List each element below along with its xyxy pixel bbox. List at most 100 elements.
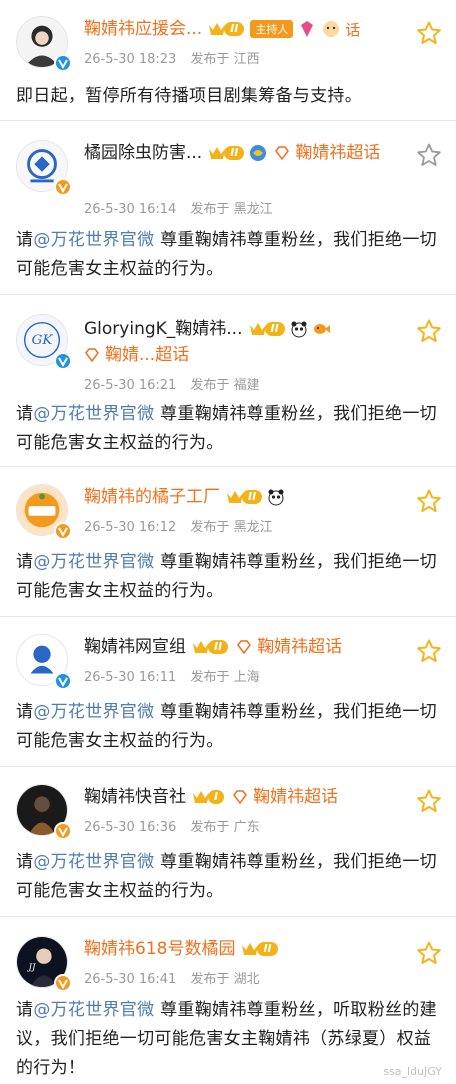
- post-time: 26-5-30 16:14: [84, 202, 177, 217]
- supertopic-label: 话: [345, 20, 361, 39]
- post-time: 26-5-30 16:21: [84, 378, 177, 393]
- star-outline-icon[interactable]: [416, 318, 442, 344]
- diamond-outline-icon: [237, 640, 252, 655]
- mention-link[interactable]: @万花世界官微: [33, 852, 154, 872]
- username[interactable]: 鞠婧祎618号数橘园: [84, 938, 235, 960]
- post-text: 请@万花世界官微 尊重鞠婧祎尊重粉丝，我们拒绝一切可能危害女主权益的行为。: [16, 230, 437, 279]
- member-level-badge: I: [192, 788, 225, 806]
- post-card[interactable]: 鞠婧祎应援会... II 主持人 话 26-5-30 18:23 发布于 江西 …: [0, 0, 456, 118]
- star-outline-icon[interactable]: [416, 940, 442, 966]
- post-meta: 26-5-30 16:11 发布于 上海: [84, 666, 260, 685]
- post-location: 发布于 江西: [190, 52, 260, 67]
- star-outline-icon[interactable]: [416, 638, 442, 664]
- mention-link[interactable]: @万花世界官微: [33, 1000, 154, 1020]
- post-location: 发布于 上海: [190, 670, 260, 685]
- avatar[interactable]: [16, 16, 72, 72]
- post-location: 发布于 福建: [190, 378, 260, 393]
- diamond-outline-icon: [233, 790, 248, 805]
- star-outline-icon[interactable]: [416, 142, 442, 168]
- host-tag: 主持人: [250, 20, 294, 38]
- panda-icon: [291, 321, 307, 338]
- member-level-badge: II: [249, 320, 285, 338]
- mention-link[interactable]: @万花世界官微: [33, 404, 154, 424]
- avatar[interactable]: GK: [16, 314, 72, 370]
- post-card[interactable]: 鞠婧祎网宣组 II 鞠婧祎超话 26-5-30 16:11 发布于 上海 请@万…: [0, 618, 456, 764]
- username[interactable]: 鞠婧祎的橘子工厂: [84, 486, 220, 508]
- star-outline-icon[interactable]: [416, 20, 442, 46]
- post-meta: 26-5-30 16:36 发布于 广东: [84, 816, 260, 835]
- avatar[interactable]: [16, 784, 72, 840]
- diamond-icon: [301, 21, 314, 37]
- mention-link[interactable]: @万花世界官微: [33, 230, 154, 250]
- username[interactable]: 橘园除虫防害...: [84, 142, 202, 164]
- avatar[interactable]: [16, 484, 72, 540]
- post-header: 鞠婧祎快音社 I 鞠婧祎超话: [84, 786, 412, 808]
- star-outline-icon[interactable]: [416, 788, 442, 814]
- post-text: 请@万花世界官微 尊重鞠婧祎尊重粉丝，听取粉丝的建议，我们拒绝一切可能危害女主鞠…: [16, 1000, 437, 1078]
- post-text: 请@万花世界官微 尊重鞠婧祎尊重粉丝，我们拒绝一切可能危害女主权益的行为。: [16, 404, 437, 453]
- member-level-badge: II: [208, 20, 245, 38]
- supertopic-link[interactable]: 鞠婧祎超话: [274, 142, 380, 164]
- verified-badge-icon: [54, 672, 72, 690]
- post-header: 鞠婧祎618号数橘园 II: [84, 938, 412, 960]
- divider: [0, 294, 456, 295]
- post-text: 请@万花世界官微 尊重鞠婧祎尊重粉丝，我们拒绝一切可能危害女主权益的行为。: [16, 552, 437, 601]
- globe-badge-icon: [250, 145, 267, 161]
- post-header: GloryingK_鞠婧祎... II: [84, 318, 412, 340]
- username[interactable]: 鞠婧祎快音社: [84, 786, 186, 808]
- post-location: 发布于 黑龙江: [190, 520, 273, 535]
- divider: [0, 120, 456, 121]
- username[interactable]: GloryingK_鞠婧祎...: [84, 318, 243, 340]
- avatar[interactable]: [16, 634, 72, 690]
- verified-badge-icon: [54, 352, 72, 370]
- post-text: 即日起，暂停所有待播项目剧集筹备与支持。: [16, 86, 362, 106]
- post-time: 26-5-30 16:36: [84, 820, 177, 835]
- member-level-badge: II: [208, 144, 245, 162]
- username[interactable]: 鞠婧祎应援会...: [84, 18, 202, 40]
- post-location: 发布于 广东: [190, 820, 260, 835]
- star-outline-icon[interactable]: [416, 488, 442, 514]
- post-location: 发布于 湖北: [190, 972, 260, 987]
- mention-link[interactable]: @万花世界官微: [33, 552, 154, 572]
- member-level-badge: II: [241, 940, 278, 958]
- diamond-outline-icon: [85, 348, 99, 363]
- crown-icon: [249, 323, 266, 335]
- post-meta: 26-5-30 16:21 发布于 福建: [84, 374, 260, 393]
- post-time: 26-5-30 18:23: [84, 52, 177, 67]
- verified-badge-icon: [54, 522, 72, 540]
- post-meta: 26-5-30 16:14 发布于 黑龙江: [84, 198, 273, 217]
- avatar[interactable]: [16, 140, 72, 196]
- post-location: 发布于 黑龙江: [190, 202, 273, 217]
- supertopic-row: 鞠婧...超话: [84, 344, 189, 366]
- verified-badge-icon: [54, 974, 72, 992]
- divider: [0, 616, 456, 617]
- badge-icons: 主持人 话: [250, 19, 360, 40]
- post-card[interactable]: GK GloryingK_鞠婧祎... II 鞠婧...超话 26-5-30 1…: [0, 296, 456, 464]
- member-level-badge: II: [226, 488, 263, 506]
- diamond-outline-icon: [275, 146, 290, 161]
- divider: [0, 916, 456, 917]
- post-header: 鞠婧祎应援会... II 主持人 话: [84, 18, 412, 40]
- post-card[interactable]: 鞠婧祎的橘子工厂 II 26-5-30 16:12 发布于 黑龙江 请@万花世界…: [0, 468, 456, 614]
- supertopic-link[interactable]: 鞠婧...超话: [84, 344, 189, 366]
- mention-link[interactable]: @万花世界官微: [33, 702, 154, 722]
- avatar[interactable]: JJ: [16, 936, 72, 992]
- fish-icon: [313, 324, 330, 334]
- verified-badge-icon: [54, 822, 72, 840]
- post-card[interactable]: 鞠婧祎快音社 I 鞠婧祎超话 26-5-30 16:36 发布于 广东 请@万花…: [0, 768, 456, 914]
- post-time: 26-5-30 16:12: [84, 520, 177, 535]
- post-card[interactable]: 橘园除虫防害... II 鞠婧祎超话 26-5-30 16:14 发布于 黑龙江…: [0, 122, 456, 292]
- post-header: 鞠婧祎网宣组 II 鞠婧祎超话: [84, 636, 412, 658]
- post-header: 橘园除虫防害... II 鞠婧祎超话: [84, 142, 412, 164]
- cartoon-face-icon: [323, 21, 340, 37]
- post-text: 请@万花世界官微 尊重鞠婧祎尊重粉丝，我们拒绝一切可能危害女主权益的行为。: [16, 852, 437, 901]
- post-card[interactable]: JJ 鞠婧祎618号数橘园 II 26-5-30 16:41 发布于 湖北 请@…: [0, 918, 456, 1084]
- divider: [0, 766, 456, 767]
- supertopic-link[interactable]: 鞠婧祎超话: [236, 636, 342, 658]
- weibo-feed: 鞠婧祎应援会... II 主持人 话 26-5-30 18:23 发布于 江西 …: [0, 0, 456, 1084]
- post-meta: 26-5-30 18:23 发布于 江西: [84, 48, 260, 67]
- divider: [0, 466, 456, 467]
- watermark: ssa_lduJGY: [383, 1065, 442, 1078]
- supertopic-link[interactable]: 鞠婧祎超话: [232, 786, 338, 808]
- username[interactable]: 鞠婧祎网宣组: [84, 636, 186, 658]
